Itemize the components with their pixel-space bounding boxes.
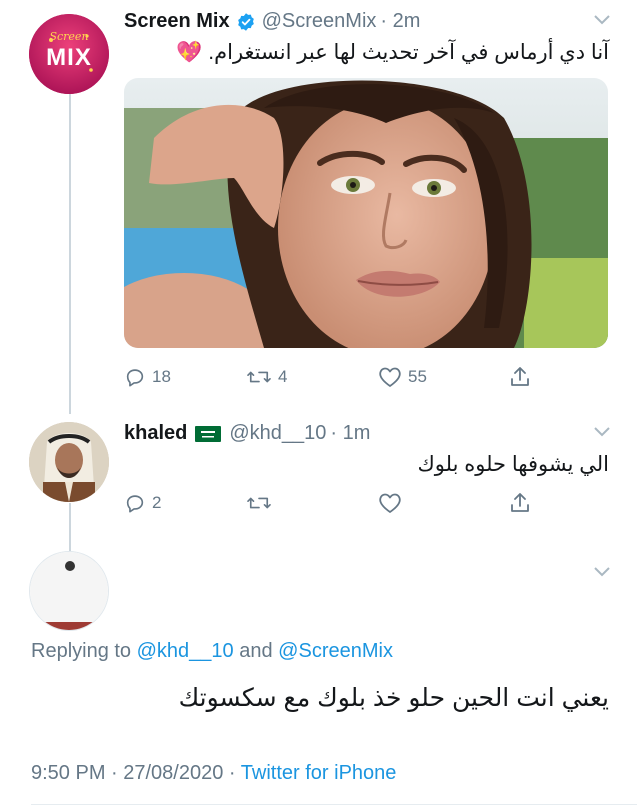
tweet1-time[interactable]: · 2m <box>380 10 420 33</box>
khaled-avatar-image <box>29 422 109 502</box>
replying-and: and <box>239 640 273 662</box>
tweet2-retweet-button[interactable] <box>246 492 272 514</box>
reply-mention-screenmix[interactable]: @ScreenMix <box>278 640 393 662</box>
redacted-name <box>124 556 424 582</box>
chevron-down-icon[interactable] <box>593 14 611 26</box>
share-icon <box>511 367 529 386</box>
tweet1-like-count: 55 <box>408 367 427 386</box>
thread-line-2 <box>69 503 71 551</box>
replier-avatar-image <box>30 552 108 630</box>
tweet1-reply-button[interactable]: 18 <box>124 366 171 388</box>
tweet2-reply-count: 2 <box>152 493 162 512</box>
chevron-down-icon[interactable] <box>593 566 611 578</box>
replier-avatar[interactable] <box>29 551 109 631</box>
bottom-divider <box>31 804 637 805</box>
replying-prefix: Replying to <box>31 640 132 662</box>
reply-icon <box>126 369 144 387</box>
tweet1-like-button[interactable]: 55 <box>378 366 427 388</box>
tweet1-reply-count: 18 <box>152 367 171 386</box>
reply-mention-khd[interactable]: @khd__10 <box>137 640 234 662</box>
like-icon <box>379 493 401 513</box>
tweet3-timestamp[interactable]: 9:50 PM · 27/08/2020 · <box>31 762 236 784</box>
retweet-icon <box>247 497 271 509</box>
tweet2-handle[interactable]: @khd__10 <box>229 422 326 445</box>
tweet2-share-button[interactable] <box>509 491 531 515</box>
chevron-down-icon[interactable] <box>593 426 611 438</box>
tweet1-retweet-count: 4 <box>278 367 288 386</box>
screenmix-avatar[interactable]: Screen MIX <box>29 14 109 94</box>
thread-line-1 <box>69 94 71 414</box>
logo-script-text: Screen <box>49 30 89 43</box>
tweet2-time[interactable]: · 1m <box>330 422 370 445</box>
tweet1-author-name[interactable]: Screen Mix <box>124 10 230 33</box>
tweet1-photo[interactable] <box>124 78 608 348</box>
tweet1-retweet-button[interactable]: 4 <box>246 366 287 388</box>
like-icon <box>379 367 401 387</box>
saudi-flag-icon <box>195 425 222 442</box>
tweet2-author-name[interactable]: khaled <box>124 422 187 445</box>
tweet3-timestamp-line: 9:50 PM · 27/08/2020 · Twitter for iPhon… <box>31 762 396 785</box>
logo-text: MIX <box>46 44 92 71</box>
khaled-avatar[interactable] <box>29 422 109 502</box>
share-icon <box>511 493 529 512</box>
tweet2-like-button[interactable] <box>378 492 402 514</box>
reply-icon <box>126 495 144 513</box>
tweet1-header: Screen Mix @ScreenMix · 2m <box>124 10 420 33</box>
tweet2-header: khaled @khd__10 · 1m <box>124 422 370 445</box>
portrait-photo <box>124 78 608 348</box>
tweet1-share-button[interactable] <box>509 365 531 389</box>
replying-to-line: Replying to @khd__10 and @ScreenMix <box>31 640 393 663</box>
tweet2-reply-button[interactable]: 2 <box>124 492 161 514</box>
retweet-icon <box>247 371 271 383</box>
tweet1-text: آنا دي أرماس في آخر تحديث لها عبر انستغر… <box>176 41 609 64</box>
tweet1-handle[interactable]: @ScreenMix <box>262 10 377 33</box>
tweet3-text: يعني انت الحين حلو خذ بلوك مع سكسوتك <box>178 684 609 712</box>
tweet2-text: الي يشوفها حلوه بلوك <box>417 453 609 476</box>
verified-badge-icon <box>237 12 254 31</box>
tweet3-source[interactable]: Twitter for iPhone <box>241 762 397 784</box>
